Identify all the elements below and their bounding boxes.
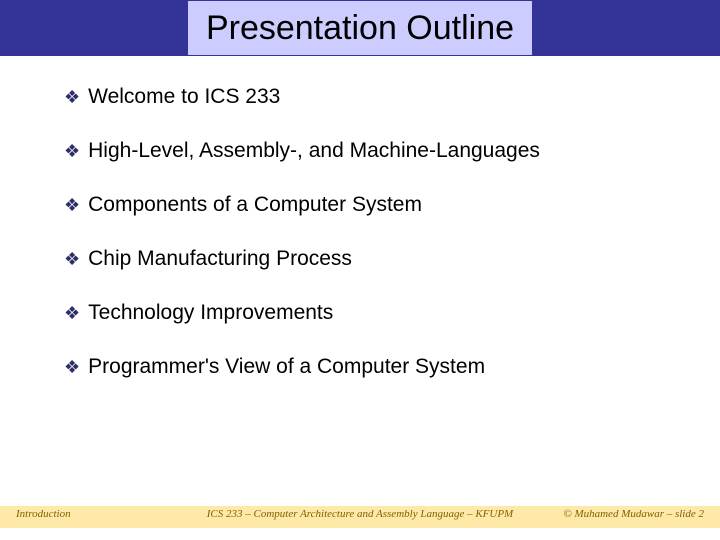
item-text: Programmer's View of a Computer System [88, 354, 485, 380]
list-item: ❖ Programmer's View of a Computer System [64, 354, 660, 380]
title-bar: Presentation Outline [0, 0, 720, 56]
item-text: High-Level, Assembly-, and Machine-Langu… [88, 138, 540, 164]
list-item: ❖ Technology Improvements [64, 300, 660, 326]
slide-title: Presentation Outline [188, 1, 532, 55]
footer: Introduction ICS 233 – Computer Architec… [0, 502, 720, 526]
diamond-bullet-icon: ❖ [64, 84, 80, 110]
diamond-bullet-icon: ❖ [64, 192, 80, 218]
diamond-bullet-icon: ❖ [64, 138, 80, 164]
content-area: ❖ Welcome to ICS 233 ❖ High-Level, Assem… [0, 56, 720, 380]
list-item: ❖ Chip Manufacturing Process [64, 246, 660, 272]
footer-right: © Muhamed Mudawar – slide 2 [563, 508, 704, 520]
list-item: ❖ Components of a Computer System [64, 192, 660, 218]
diamond-bullet-icon: ❖ [64, 300, 80, 326]
list-item: ❖ High-Level, Assembly-, and Machine-Lan… [64, 138, 660, 164]
footer-left: Introduction [16, 508, 71, 520]
diamond-bullet-icon: ❖ [64, 354, 80, 380]
item-text: Welcome to ICS 233 [88, 84, 280, 110]
item-text: Components of a Computer System [88, 192, 422, 218]
diamond-bullet-icon: ❖ [64, 246, 80, 272]
item-text: Technology Improvements [88, 300, 333, 326]
list-item: ❖ Welcome to ICS 233 [64, 84, 660, 110]
item-text: Chip Manufacturing Process [88, 246, 352, 272]
